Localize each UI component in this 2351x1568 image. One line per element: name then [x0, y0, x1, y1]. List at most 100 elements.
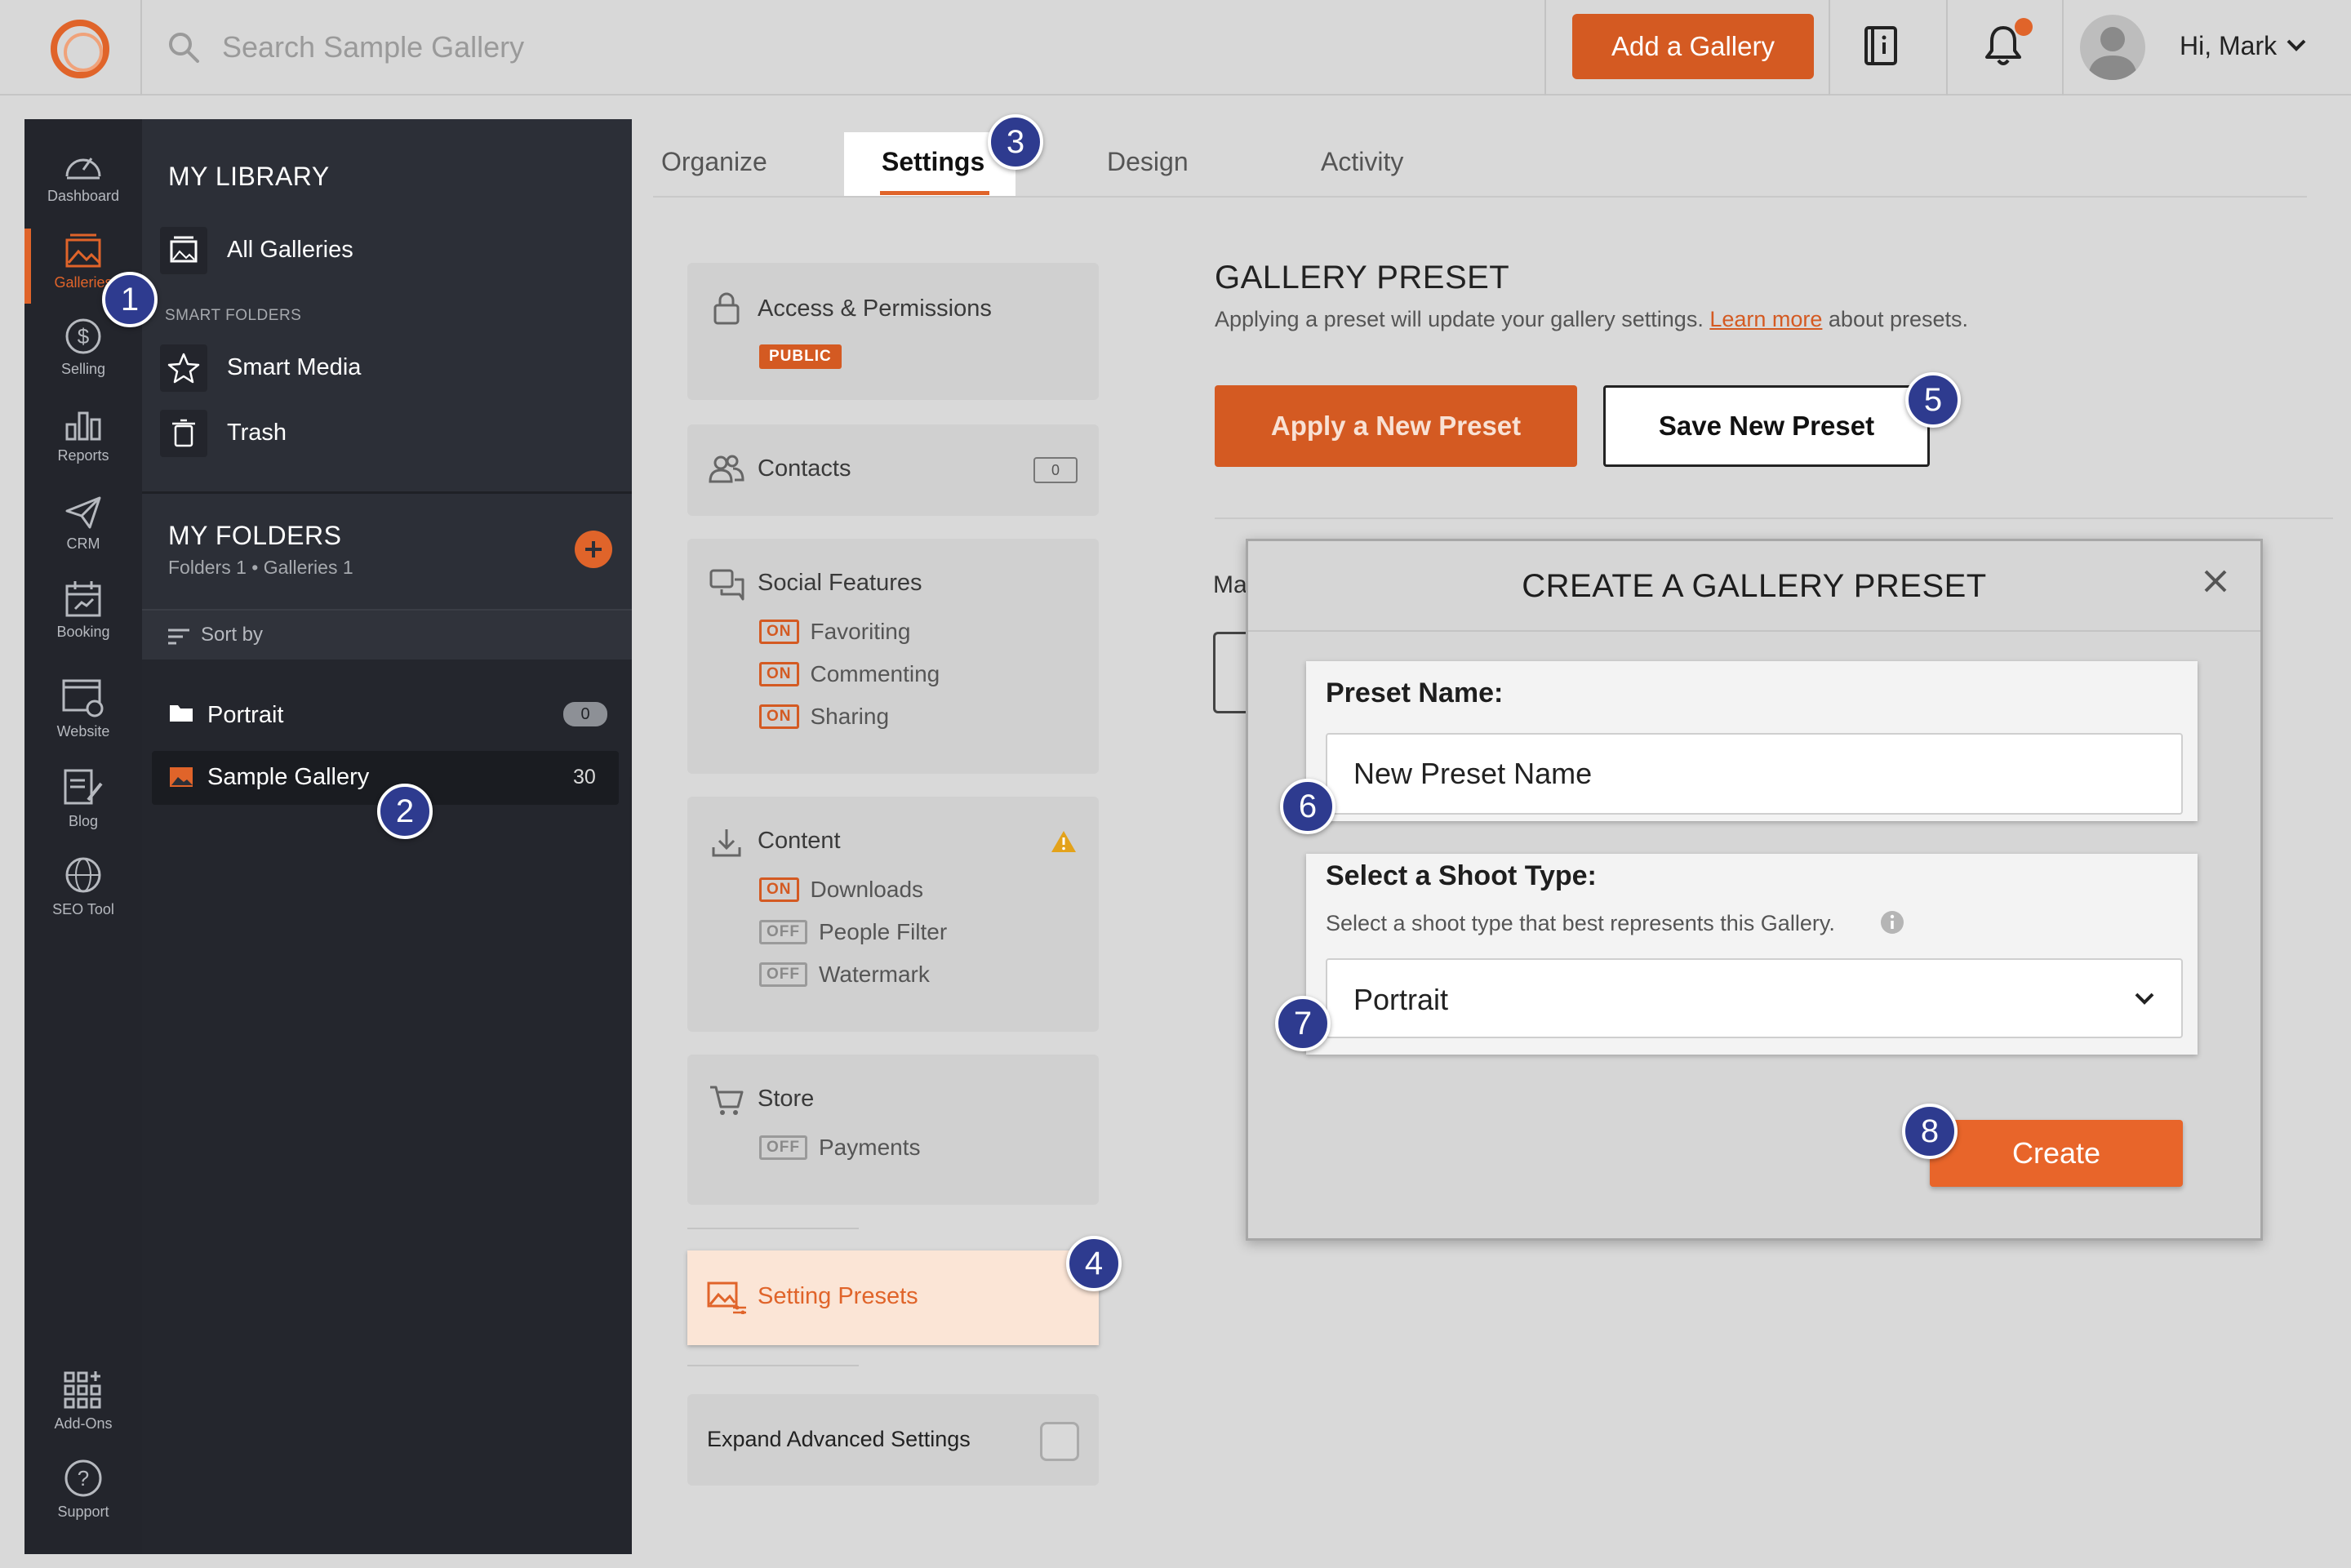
library-item-all-galleries[interactable]: All Galleries — [160, 227, 617, 274]
guide-book-icon[interactable] — [1863, 24, 1899, 67]
option-favoriting: ON Favoriting — [759, 619, 910, 645]
card-title: Social Features — [758, 570, 922, 596]
toggle-state-badge: ON — [759, 877, 799, 902]
search-input[interactable] — [222, 21, 1447, 73]
rail-item-dashboard[interactable]: Dashboard — [24, 145, 142, 205]
contacts-icon — [709, 455, 744, 483]
card-title: Content — [758, 828, 841, 854]
rail-label: Reports — [57, 447, 109, 464]
download-icon — [712, 829, 741, 857]
library-item-smart-media[interactable]: Smart Media — [160, 344, 617, 392]
star-icon — [160, 344, 207, 392]
user-greeting[interactable]: Hi, Mark — [2180, 31, 2277, 61]
settings-card-setting-presets[interactable]: Setting Presets — [687, 1250, 1099, 1345]
plus-icon — [585, 541, 602, 557]
svg-text:$: $ — [78, 324, 90, 349]
option-downloads: ON Downloads — [759, 877, 923, 903]
tab-design[interactable]: Design — [1107, 147, 1189, 177]
library-heading: MY LIBRARY — [168, 162, 330, 191]
option-payments: OFF Payments — [759, 1135, 921, 1161]
chevron-down-icon — [2135, 993, 2154, 1005]
paper-plane-icon — [65, 496, 101, 529]
gallery-icon — [65, 233, 101, 268]
step-marker: 6 — [1280, 779, 1335, 834]
speech-bubbles-icon — [709, 569, 744, 601]
modal-title: CREATE A GALLERY PRESET — [1522, 568, 1987, 604]
notification-dot — [2015, 18, 2033, 36]
blog-icon — [64, 769, 103, 805]
rail-item-website[interactable]: Website — [24, 677, 142, 740]
seo-globe-icon — [65, 857, 101, 893]
settings-card-content[interactable]: Content ON Downloads OFF People Filter O… — [687, 797, 1099, 1032]
folder-icon — [170, 705, 193, 722]
learn-more-link[interactable]: Learn more — [1709, 307, 1822, 331]
library-item-trash[interactable]: Trash — [160, 410, 617, 457]
rail-label: Selling — [60, 361, 106, 377]
step-marker: 8 — [1902, 1104, 1958, 1159]
app-logo[interactable] — [51, 20, 109, 78]
gallery-preset-heading: GALLERY PRESET — [1215, 260, 1510, 295]
avatar[interactable] — [2080, 15, 2145, 80]
expand-advanced-checkbox[interactable] — [1040, 1422, 1079, 1461]
option-label: Payments — [819, 1135, 921, 1160]
rail-item-seo-tool[interactable]: SEO Tool — [24, 854, 142, 918]
rail-item-booking[interactable]: Booking — [24, 578, 142, 641]
library-item-label: Smart Media — [227, 354, 362, 380]
description-text: Applying a preset will update your galle… — [1215, 307, 1710, 331]
step-marker: 4 — [1066, 1236, 1122, 1291]
preset-name-input[interactable] — [1326, 733, 2183, 815]
step-marker: 2 — [377, 784, 433, 839]
settings-card-social[interactable]: Social Features ON Favoriting ON Comment… — [687, 539, 1099, 774]
apply-new-preset-button[interactable]: Apply a New Preset — [1215, 385, 1577, 467]
expand-advanced-settings[interactable]: Expand Advanced Settings — [687, 1394, 1099, 1486]
rail-label: Support — [57, 1504, 109, 1520]
create-button[interactable]: Create — [1930, 1120, 2183, 1187]
settings-card-store[interactable]: Store OFF Payments — [687, 1055, 1099, 1205]
toggle-state-badge: OFF — [759, 920, 807, 944]
option-label: Commenting — [810, 661, 940, 686]
chevron-down-icon[interactable] — [2286, 38, 2307, 52]
option-label: Favoriting — [810, 619, 911, 644]
card-title: Contacts — [758, 455, 851, 482]
divider — [1544, 0, 1546, 96]
add-gallery-button[interactable]: Add a Gallery — [1572, 14, 1814, 79]
folders-heading: MY FOLDERS — [168, 521, 342, 550]
save-new-preset-button[interactable]: Save New Preset — [1603, 385, 1930, 467]
divider — [687, 1228, 859, 1229]
settings-card-access[interactable]: Access & Permissions PUBLIC — [687, 263, 1099, 400]
rail-label: Dashboard — [47, 188, 120, 204]
gallery-preset-description: Applying a preset will update your galle… — [1215, 307, 1968, 332]
gallery-icon — [160, 227, 207, 274]
shoot-type-select[interactable]: Portrait — [1326, 958, 2183, 1038]
info-icon[interactable] — [1879, 909, 1905, 935]
step-marker: 1 — [102, 272, 158, 327]
dollar-icon: $ — [65, 318, 101, 354]
tab-settings[interactable]: Settings — [882, 147, 984, 177]
tab-organize[interactable]: Organize — [661, 147, 767, 177]
option-sharing: ON Sharing — [759, 704, 889, 730]
option-commenting: ON Commenting — [759, 661, 940, 687]
rail-item-support[interactable]: ? Support — [24, 1458, 142, 1521]
add-folder-button[interactable] — [575, 531, 612, 568]
divider — [2062, 0, 2064, 96]
rail-label: Booking — [56, 624, 110, 640]
option-people-filter: OFF People Filter — [759, 919, 947, 945]
rail-item-crm[interactable]: CRM — [24, 493, 142, 553]
rail-item-blog[interactable]: Blog — [24, 767, 142, 830]
rail-label: SEO Tool — [52, 901, 114, 917]
shoot-type-selected-value: Portrait — [1353, 983, 1449, 1016]
close-icon[interactable] — [2199, 565, 2232, 597]
rail-label: Blog — [68, 813, 99, 829]
rail-item-reports[interactable]: Reports — [24, 405, 142, 464]
tab-activity[interactable]: Activity — [1321, 147, 1403, 177]
option-label: People Filter — [819, 919, 948, 944]
folder-name: Portrait — [207, 702, 284, 728]
contacts-count-badge: 0 — [1033, 457, 1078, 483]
option-label: Sharing — [810, 704, 890, 729]
toggle-state-badge: OFF — [759, 1135, 807, 1160]
sort-by-bar[interactable]: Sort by — [142, 609, 632, 660]
folder-row-portrait[interactable]: Portrait 0 — [160, 691, 617, 738]
rail-item-add-ons[interactable]: Add-Ons — [24, 1368, 142, 1433]
card-title: Store — [758, 1086, 815, 1112]
settings-card-contacts[interactable]: Contacts 0 — [687, 424, 1099, 516]
